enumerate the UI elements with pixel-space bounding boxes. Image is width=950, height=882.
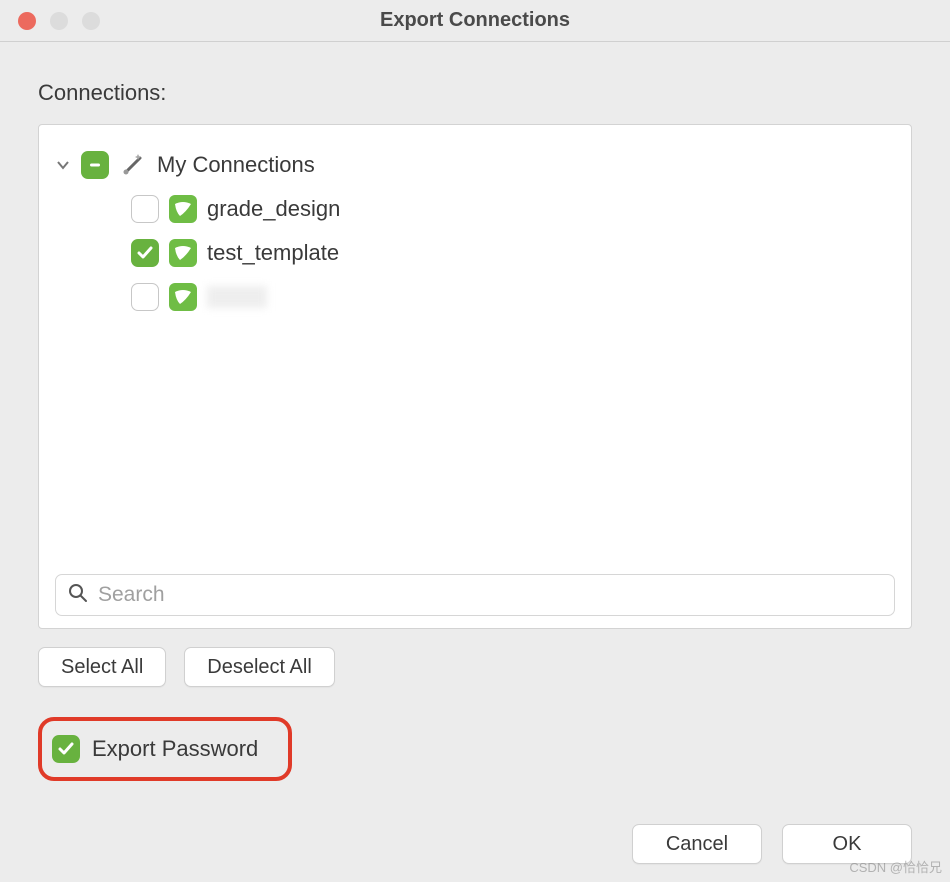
minimize-window-button[interactable] (50, 12, 68, 30)
search-icon (68, 583, 88, 608)
deselect-all-button[interactable]: Deselect All (184, 647, 335, 687)
chevron-down-icon[interactable] (55, 157, 71, 173)
connections-tree: My Connections grade_design (55, 143, 895, 564)
root-checkbox[interactable] (81, 151, 109, 179)
item-checkbox[interactable] (131, 283, 159, 311)
search-input[interactable] (98, 583, 882, 607)
tree-item-label: grade_design (207, 196, 340, 222)
tree-item[interactable] (55, 275, 895, 319)
connection-icon (169, 283, 197, 311)
titlebar: Export Connections (0, 0, 950, 42)
tree-root-row[interactable]: My Connections (55, 143, 895, 187)
dialog-content: Connections: (0, 42, 950, 824)
traffic-lights (0, 12, 100, 30)
close-window-button[interactable] (18, 12, 36, 30)
export-password-highlight: Export Password (38, 717, 292, 781)
export-connections-window: Export Connections Connections: (0, 0, 950, 882)
maximize-window-button[interactable] (82, 12, 100, 30)
export-password-label: Export Password (92, 736, 258, 762)
watermark-text: CSDN @恰恰兄 (849, 857, 942, 876)
connection-icon (169, 239, 197, 267)
connections-label: Connections: (38, 80, 912, 106)
select-all-button[interactable]: Select All (38, 647, 166, 687)
wand-icon (119, 151, 147, 179)
tree-item[interactable]: test_template (55, 231, 895, 275)
tree-item-label-obscured (207, 286, 267, 308)
search-row (55, 574, 895, 616)
item-checkbox[interactable] (131, 239, 159, 267)
selection-buttons: Select All Deselect All (38, 647, 912, 687)
tree-root-label: My Connections (157, 152, 315, 178)
connection-icon (169, 195, 197, 223)
dialog-footer: Cancel OK (0, 824, 950, 882)
search-input-wrap[interactable] (55, 574, 895, 616)
connections-tree-container: My Connections grade_design (38, 124, 912, 629)
cancel-button[interactable]: Cancel (632, 824, 762, 864)
export-password-checkbox[interactable] (52, 735, 80, 763)
window-title: Export Connections (0, 9, 950, 32)
item-checkbox[interactable] (131, 195, 159, 223)
tree-item-label: test_template (207, 240, 339, 266)
tree-item[interactable]: grade_design (55, 187, 895, 231)
